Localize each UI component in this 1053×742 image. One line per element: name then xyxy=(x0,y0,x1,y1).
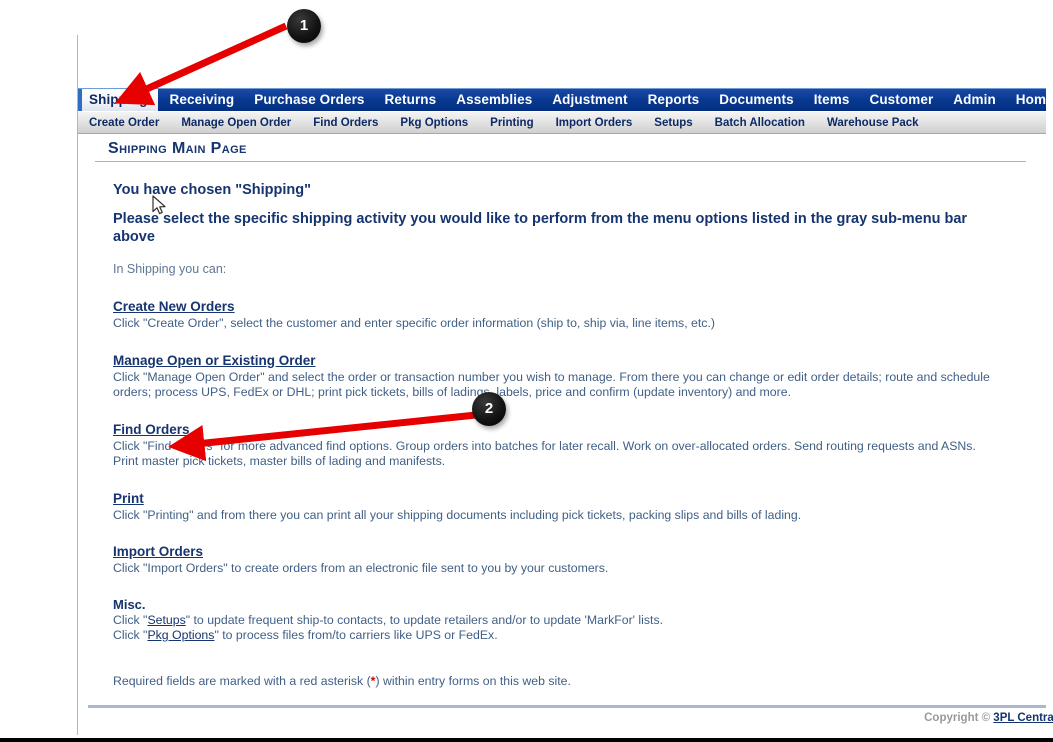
heading-instruction: Please select the specific shipping acti… xyxy=(113,211,968,245)
setups-link[interactable]: Setups xyxy=(147,613,185,627)
content-column: You have chosen "Shipping" Please select… xyxy=(113,162,993,688)
manage-open-or-existing-order-description: Click "Manage Open Order" and select the… xyxy=(113,369,990,400)
misc-line2-prefix: Click " xyxy=(113,628,148,642)
find-orders-description: Click "Find Orders" for more advanced fi… xyxy=(113,438,976,469)
create-new-orders-description: Click "Create Order", select the custome… xyxy=(113,316,715,330)
note-suffix: ) within entry forms on this web site. xyxy=(375,673,571,688)
section-import-orders: Import Orders Click "Import Orders" to cr… xyxy=(113,543,993,577)
subnav-item-batch-allocation[interactable]: Batch Allocation xyxy=(704,117,816,129)
section-misc: Misc. Click "Setups" to update frequent … xyxy=(113,597,993,644)
page-title: Shipping Main Page xyxy=(108,140,247,157)
footer-copyright: Copyright © 3PL Central xyxy=(857,712,1053,724)
sub-navigation-bar: Create Order Manage Open Order Find Orders… xyxy=(78,112,1046,134)
nav-item-reports[interactable]: Reports xyxy=(638,89,710,111)
subnav-item-create-order[interactable]: Create Order xyxy=(78,117,170,129)
section-manage-open-or-existing-order: Manage Open or Existing Order Click "Mana… xyxy=(113,352,993,401)
nav-item-documents[interactable]: Documents xyxy=(709,89,803,111)
section-list: Create New Orders Click "Create Order", s… xyxy=(113,298,993,577)
misc-line1-prefix: Click " xyxy=(113,612,148,627)
find-orders-link[interactable]: Find Orders xyxy=(113,422,190,437)
arrow-1 xyxy=(114,22,288,106)
nav-item-receiving[interactable]: Receiving xyxy=(160,89,245,111)
create-new-orders-link[interactable]: Create New Orders xyxy=(113,299,235,314)
subnav-item-warehouse-pack[interactable]: Warehouse Pack xyxy=(816,117,930,129)
print-link[interactable]: Print xyxy=(113,491,144,506)
page-content: Shipping Main Page You have chosen "Ship… xyxy=(78,134,1046,734)
nav-item-assemblies[interactable]: Assemblies xyxy=(446,89,542,111)
subnav-item-pkg-options[interactable]: Pkg Options xyxy=(389,117,479,129)
misc-line1-suffix: " to update frequent ship-to contacts, t… xyxy=(185,612,664,627)
nav-item-adjustment[interactable]: Adjustment xyxy=(542,89,637,111)
nav-item-returns[interactable]: Returns xyxy=(375,89,447,111)
mouse-cursor xyxy=(152,195,166,215)
nav-item-admin[interactable]: Admin xyxy=(943,89,1006,111)
copyright-text: Copyright © xyxy=(924,712,994,724)
main-navigation-bar: Shipping Receiving Purchase Orders Returns A… xyxy=(78,88,1053,111)
subnav-item-manage-open-order[interactable]: Manage Open Order xyxy=(170,117,302,129)
section-find-orders: Find Orders Click "Find Orders" for more … xyxy=(113,421,993,470)
section-print: Print Click "Printing" and from there you… xyxy=(113,490,993,524)
nav-item-items[interactable]: Items xyxy=(804,89,860,111)
annotation-badge-1: 1 xyxy=(287,9,321,43)
main-nav-items: Shipping Receiving Purchase Orders Returns A… xyxy=(78,89,1053,111)
import-orders-link[interactable]: Import Orders xyxy=(113,544,203,559)
nav-item-customer[interactable]: Customer xyxy=(859,89,943,111)
manage-open-or-existing-order-link[interactable]: Manage Open or Existing Order xyxy=(113,353,316,368)
subnav-item-setups[interactable]: Setups xyxy=(643,117,703,129)
nav-item-home[interactable]: Home xyxy=(1006,89,1053,111)
subnav-item-find-orders[interactable]: Find Orders xyxy=(302,117,389,129)
application-window: Shipping Receiving Purchase Orders Returns A… xyxy=(0,0,1053,742)
misc-heading: Misc. xyxy=(113,596,146,612)
import-orders-description: Click "Import Orders" to create orders f… xyxy=(113,561,609,575)
subnav-item-printing[interactable]: Printing xyxy=(479,117,544,129)
heading-chosen: You have chosen "Shipping" xyxy=(113,182,311,198)
intro-text: In Shipping you can: xyxy=(113,262,227,276)
misc-line-pkg-options: Click "Pkg Options" to process files fro… xyxy=(113,628,993,644)
nav-item-purchase-orders[interactable]: Purchase Orders xyxy=(244,89,374,111)
section-create-new-orders: Create New Orders Click "Create Order", s… xyxy=(113,298,993,332)
nav-item-shipping[interactable]: Shipping xyxy=(78,89,158,111)
note-prefix: Required fields are marked with a red as… xyxy=(113,673,371,688)
misc-line2-suffix: " to process files from/to carriers like… xyxy=(214,628,498,642)
company-link[interactable]: 3PL Central xyxy=(993,712,1053,724)
pkg-options-link[interactable]: Pkg Options xyxy=(147,628,214,642)
print-description: Click "Printing" and from there you can … xyxy=(113,507,802,522)
footer-divider-rule xyxy=(88,705,1046,708)
misc-line-setups: Click "Setups" to update frequent ship-t… xyxy=(113,613,993,629)
subnav-item-import-orders[interactable]: Import Orders xyxy=(545,117,644,129)
required-fields-note: Required fields are marked with a red as… xyxy=(113,674,993,688)
